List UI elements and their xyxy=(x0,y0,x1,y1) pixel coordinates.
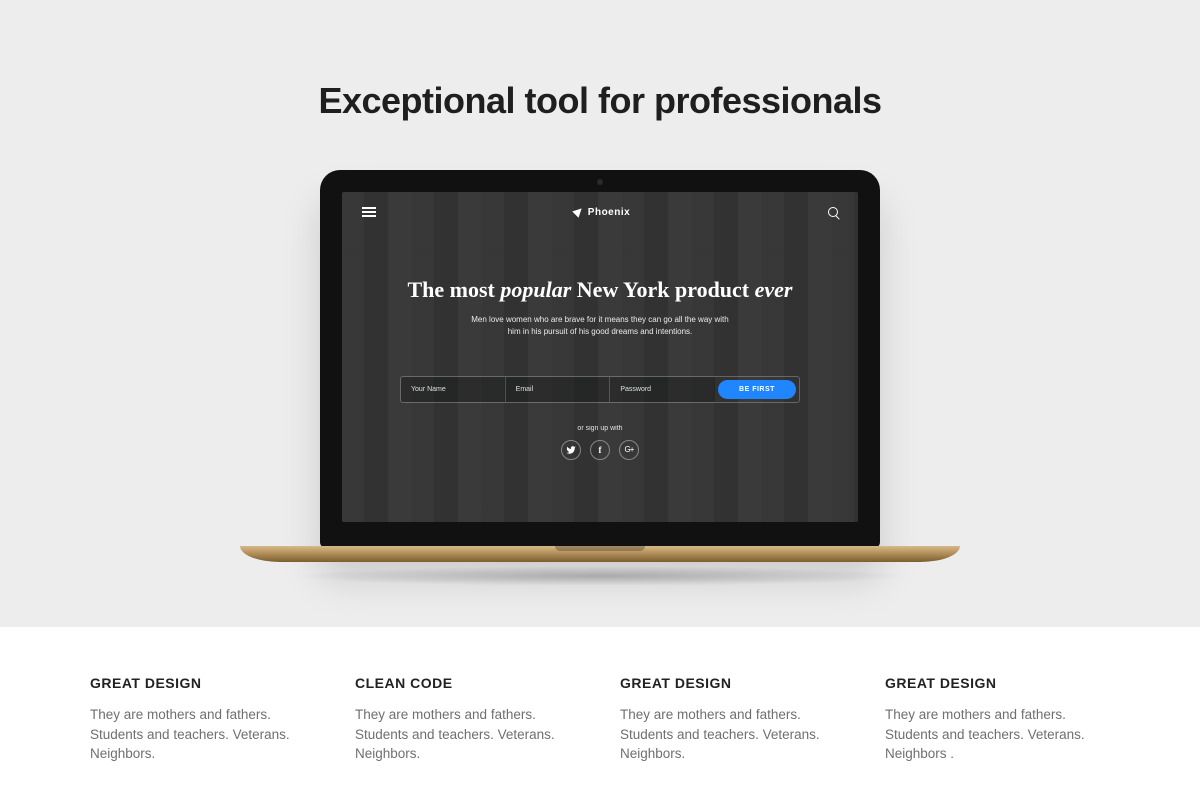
laptop-shadow xyxy=(290,566,910,586)
laptop-screen: Phoenix The most popular New York produc… xyxy=(342,192,858,522)
feature-title: GREAT DESIGN xyxy=(885,675,1110,691)
feature-column: CLEAN CODE They are mothers and fathers. … xyxy=(355,675,580,764)
feature-body: They are mothers and fathers. Students a… xyxy=(620,705,845,764)
laptop-lid: Phoenix The most popular New York produc… xyxy=(320,170,880,548)
feature-column: GREAT DESIGN They are mothers and fathers… xyxy=(620,675,845,764)
search-icon[interactable] xyxy=(828,207,838,217)
laptop-mockup: Phoenix The most popular New York produc… xyxy=(240,170,960,586)
signup-with-label: or sign up with xyxy=(382,425,818,432)
twitter-icon[interactable] xyxy=(561,440,581,460)
screen-hero-subtitle: Men love women who are brave for it mean… xyxy=(465,314,735,338)
feature-title: GREAT DESIGN xyxy=(90,675,315,691)
page-title: Exceptional tool for professionals xyxy=(0,0,1200,122)
signup-button[interactable]: BE FIRST xyxy=(718,380,796,399)
email-input[interactable]: Email xyxy=(506,377,611,402)
features-section: GREAT DESIGN They are mothers and fathers… xyxy=(0,627,1200,764)
feature-column: GREAT DESIGN They are mothers and fathers… xyxy=(90,675,315,764)
brand-logo[interactable]: Phoenix xyxy=(574,206,630,218)
name-input[interactable]: Your Name xyxy=(401,377,506,402)
feature-title: GREAT DESIGN xyxy=(620,675,845,691)
feature-column: GREAT DESIGN They are mothers and fathers… xyxy=(885,675,1110,764)
camera-dot xyxy=(597,179,603,185)
google-plus-icon[interactable]: G+ xyxy=(619,440,639,460)
feature-title: CLEAN CODE xyxy=(355,675,580,691)
feature-body: They are mothers and fathers. Students a… xyxy=(355,705,580,764)
laptop-base xyxy=(240,546,960,562)
hamburger-icon[interactable] xyxy=(362,207,376,217)
screen-hero: The most popular New York product ever M… xyxy=(342,218,858,460)
hero-section: Exceptional tool for professionals Phoen… xyxy=(0,0,1200,627)
screen-hero-title: The most popular New York product ever xyxy=(382,276,818,304)
signup-form: Your Name Email Password BE FIRST xyxy=(400,376,800,403)
screen-topbar: Phoenix xyxy=(342,192,858,218)
social-buttons: f G+ xyxy=(382,440,818,460)
feature-body: They are mothers and fathers. Students a… xyxy=(885,705,1110,764)
facebook-icon[interactable]: f xyxy=(590,440,610,460)
feature-body: They are mothers and fathers. Students a… xyxy=(90,705,315,764)
password-input[interactable]: Password xyxy=(610,377,715,402)
